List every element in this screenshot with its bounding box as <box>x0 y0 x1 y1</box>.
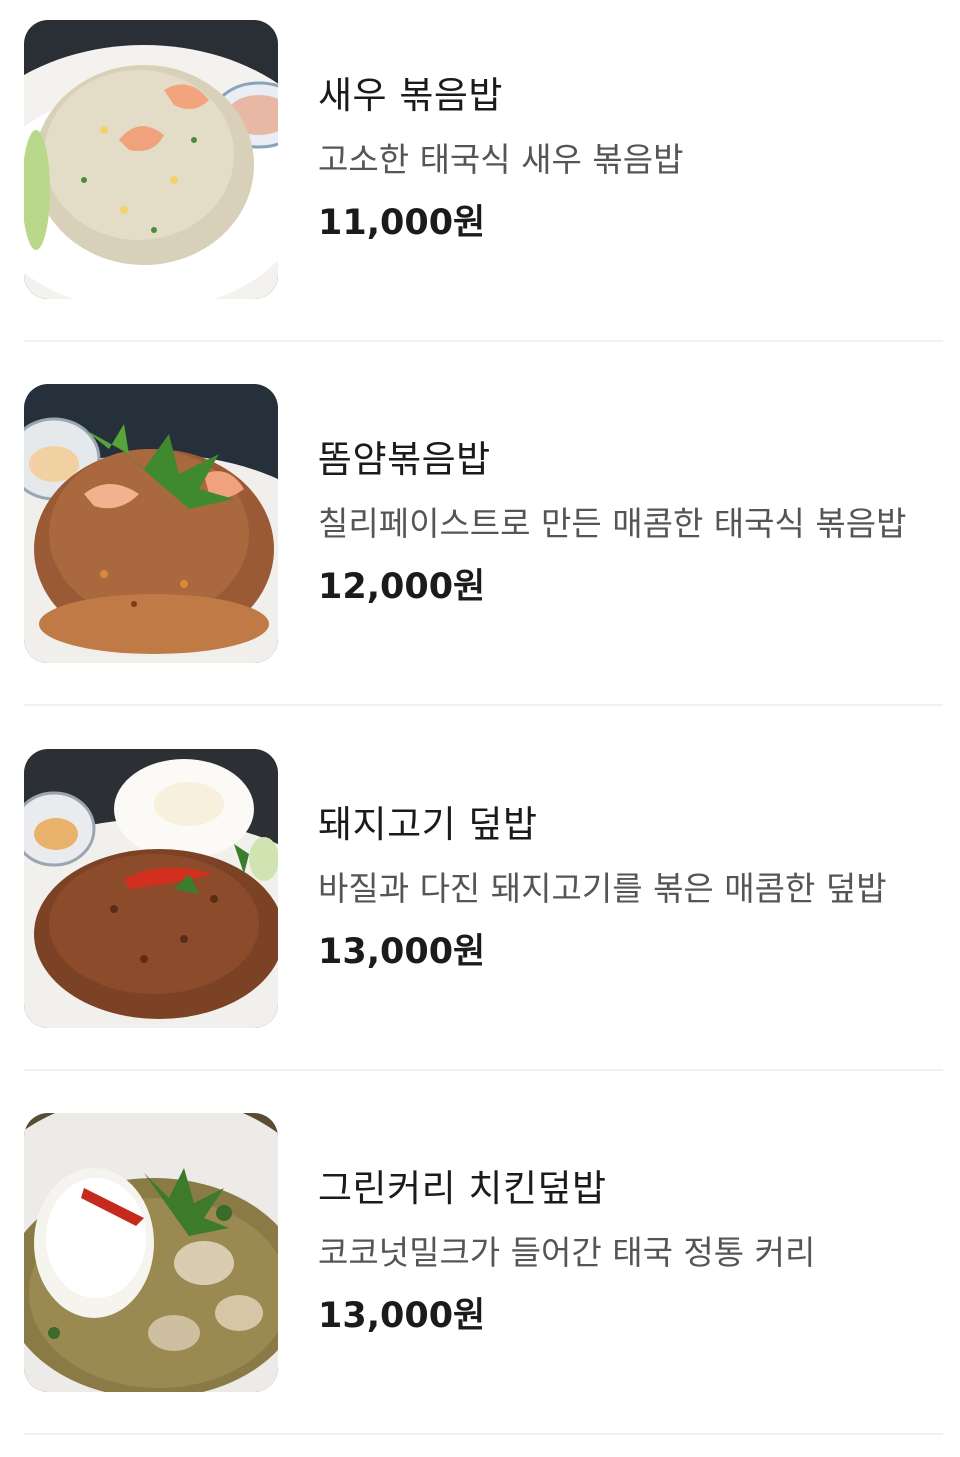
menu-item-price: 12,000원 <box>318 567 486 607</box>
food-photo-pork-rice-bowl <box>24 749 278 1028</box>
divider <box>24 1069 943 1071</box>
divider <box>24 704 943 706</box>
menu-item-price: 13,000원 <box>318 932 486 972</box>
food-photo-shrimp-fried-rice <box>24 20 278 299</box>
menu-item-green-curry-chicken-rice[interactable]: 그린커리 치킨덮밥 코코넛밀크가 들어간 태국 정통 커리 13,000원 <box>0 1093 960 1457</box>
menu-item-name: 똠얌볶음밥 <box>318 438 491 481</box>
menu-item-description: 고소한 태국식 새우 볶음밥 <box>318 140 684 179</box>
menu-item-price: 11,000원 <box>318 203 486 243</box>
menu-list: 새우 볶음밥 고소한 태국식 새우 볶음밥 11,000원 똠얌볶음밥 칠리페이… <box>0 0 960 1440</box>
food-photo-tom-yum-fried-rice <box>24 384 278 663</box>
food-photo-green-curry-chicken-rice <box>24 1113 278 1392</box>
menu-item-description: 코코넛밀크가 들어간 태국 정통 커리 <box>318 1233 816 1272</box>
menu-item-tom-yum-fried-rice[interactable]: 똠얌볶음밥 칠리페이스트로 만든 매콤한 태국식 볶음밥 12,000원 <box>0 364 960 728</box>
menu-item-description: 바질과 다진 돼지고기를 볶은 매콤한 덮밥 <box>318 869 887 908</box>
menu-item-pork-rice-bowl[interactable]: 돼지고기 덮밥 바질과 다진 돼지고기를 볶은 매콤한 덮밥 13,000원 <box>0 729 960 1093</box>
divider <box>24 340 943 342</box>
menu-item-name: 새우 볶음밥 <box>318 74 503 117</box>
divider <box>24 1433 943 1435</box>
menu-item-shrimp-fried-rice[interactable]: 새우 볶음밥 고소한 태국식 새우 볶음밥 11,000원 <box>0 0 960 364</box>
menu-item-name: 그린커리 치킨덮밥 <box>318 1167 607 1210</box>
menu-item-description: 칠리페이스트로 만든 매콤한 태국식 볶음밥 <box>318 504 907 543</box>
menu-item-name: 돼지고기 덮밥 <box>318 803 538 846</box>
menu-item-price: 13,000원 <box>318 1296 486 1336</box>
